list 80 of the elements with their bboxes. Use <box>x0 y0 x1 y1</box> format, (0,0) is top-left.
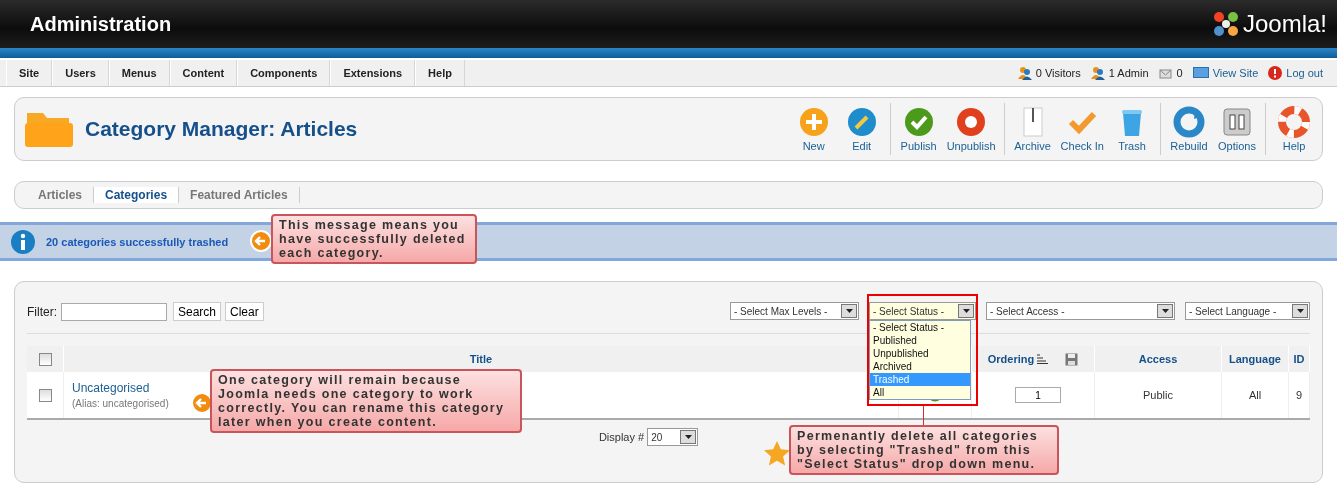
menu-item[interactable]: Content <box>169 60 238 86</box>
callout-note: This message means you have successfully deleted each category. <box>271 214 477 264</box>
status-item[interactable]: 0 Visitors <box>1017 66 1081 80</box>
filter-select[interactable]: - Select Max Levels - <box>730 302 859 320</box>
toolbar-button[interactable]: Help <box>1270 106 1318 152</box>
toolbar-button[interactable]: Trash <box>1108 106 1156 152</box>
save-icon[interactable] <box>1065 352 1079 366</box>
switch-icon <box>1221 106 1253 138</box>
caret-icon <box>680 430 697 444</box>
dropdown-option[interactable]: Archived <box>870 360 970 373</box>
filter-field[interactable] <box>61 302 167 321</box>
caret-icon <box>958 304 974 318</box>
select-all-checkbox[interactable] <box>38 352 52 366</box>
ordering-field[interactable]: 1 <box>1015 387 1061 403</box>
display-label: Display # <box>598 431 645 443</box>
table-cell: 9 <box>1295 389 1303 401</box>
status-item[interactable]: 1 Admin <box>1090 66 1149 80</box>
refresh-icon <box>1173 106 1205 138</box>
category-link[interactable]: Uncategorised <box>72 381 150 395</box>
dropdown-option[interactable]: Unpublished <box>870 347 970 360</box>
toolbar-button[interactable]: Edit <box>837 106 886 152</box>
alias-text: (Alias: uncategorised) <box>72 398 169 409</box>
table-cell: Public <box>1143 389 1173 401</box>
toolbar-button[interactable]: Check In <box>1056 106 1108 152</box>
users-icon <box>1090 66 1105 80</box>
dropdown-option[interactable]: Published <box>870 334 970 347</box>
toolbar-button[interactable]: Archive <box>1008 106 1057 152</box>
toolbar-button[interactable]: Options <box>1213 106 1261 152</box>
row-checkbox[interactable] <box>38 388 52 402</box>
column-header[interactable]: Ordering <box>987 353 1035 365</box>
filter-select[interactable]: - Select Status - <box>869 302 976 320</box>
message-icon <box>1158 67 1173 79</box>
status-item[interactable]: 0 <box>1158 67 1183 79</box>
filter-button[interactable]: Search <box>173 302 222 321</box>
plus-icon <box>797 106 830 138</box>
toolbar-button[interactable]: Rebuild <box>1165 106 1213 152</box>
display-select[interactable]: 20 <box>647 428 699 446</box>
star-icon <box>764 441 790 466</box>
app-title: Administration <box>30 12 172 36</box>
message-text: 20 categories successfully trashed <box>46 235 229 248</box>
submenu-tab[interactable]: Categories <box>94 187 180 203</box>
column-header[interactable]: Access <box>1138 353 1178 365</box>
pencil-icon <box>845 106 878 138</box>
dropdown-option[interactable]: All <box>870 386 970 399</box>
leader-line <box>923 404 924 426</box>
logo-icon <box>1211 10 1240 38</box>
filter-select[interactable]: - Select Language - <box>1185 302 1310 320</box>
page-title: Category Manager: Articles <box>85 117 359 141</box>
info-icon <box>10 228 36 255</box>
caret-icon <box>841 304 857 318</box>
column-header[interactable]: Title <box>469 353 493 365</box>
filter-select[interactable]: - Select Access - <box>986 302 1175 320</box>
sort-icon <box>1037 354 1049 364</box>
monitor-icon <box>1192 67 1209 79</box>
caret-icon <box>1157 304 1173 318</box>
filter-button[interactable]: Clear <box>225 302 264 321</box>
toolbar-button[interactable]: Publish <box>894 106 943 152</box>
menu-item[interactable]: Help <box>415 60 465 86</box>
submenu-tab[interactable]: Featured Articles <box>179 187 300 203</box>
filter-label: Filter: <box>27 304 57 319</box>
menu-item[interactable]: Components <box>237 60 331 86</box>
status-item[interactable]: View Site <box>1192 67 1259 79</box>
joomla-logo[interactable]: Joomla! <box>1211 10 1327 38</box>
menu-item[interactable]: Menus <box>108 60 170 86</box>
logout-icon <box>1268 66 1283 80</box>
menu-item[interactable]: Site <box>6 60 53 86</box>
table-cell: All <box>1248 389 1262 401</box>
caret-icon <box>1292 304 1308 318</box>
users-icon <box>1017 66 1032 80</box>
status-item[interactable]: Log out <box>1268 66 1323 80</box>
toolbar-button[interactable]: Unpublish <box>942 106 1000 152</box>
check-icon <box>902 106 935 138</box>
stop-icon <box>955 106 988 138</box>
toolbar-button[interactable]: New <box>789 106 838 152</box>
menu-item[interactable]: Extensions <box>330 60 416 86</box>
callout-note: Permenantly delete all categories by selecting "Trashed" from this "Select Status" drop down menu. <box>789 425 1059 475</box>
lifebuoy-icon <box>1278 106 1310 138</box>
callout-note: One category will remain because Joomla needs one category to work correctly. You can rename this category later when you create content. <box>210 369 522 433</box>
menu-item[interactable]: Users <box>52 60 109 86</box>
dropdown-option[interactable]: - Select Status - <box>870 321 970 334</box>
